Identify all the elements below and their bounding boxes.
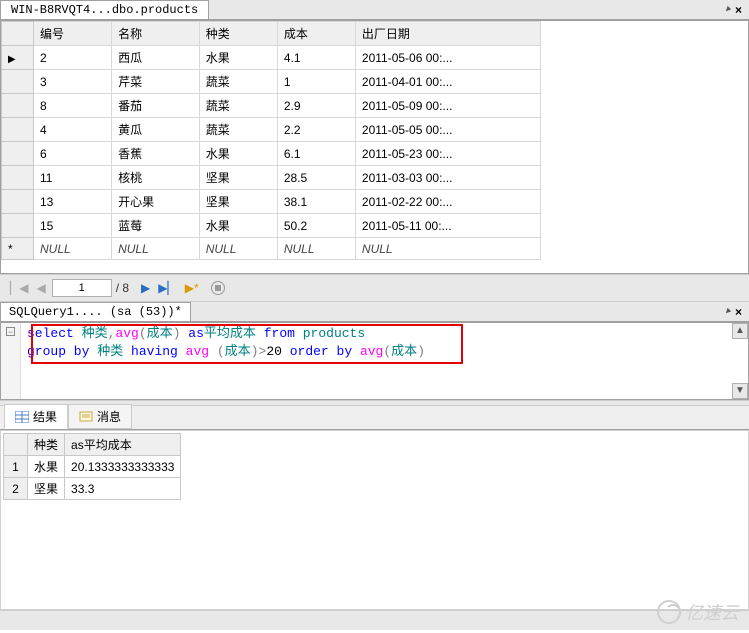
result-row[interactable]: 1水果20.1333333333333 [4, 456, 181, 478]
grid-icon [15, 411, 29, 423]
row-cursor-icon: ▶ [8, 54, 16, 65]
result-grid-panel: 种类 as平均成本 1水果20.1333333333333 2坚果33.3 [0, 430, 749, 610]
messages-tab-label: 消息 [97, 408, 121, 425]
sql-code[interactable]: select 种类,avg(成本) as平均成本 from products g… [27, 325, 425, 361]
code-gutter: − [1, 323, 21, 399]
result-row[interactable]: 2坚果33.3 [4, 478, 181, 500]
data-grid[interactable]: 编号 名称 种类 成本 出厂日期 ▶2西瓜水果4.12011-05-06 00:… [1, 21, 541, 260]
result-header-row: 种类 as平均成本 [4, 434, 181, 456]
sql-editor[interactable]: − select 种类,avg(成本) as平均成本 from products… [0, 322, 749, 400]
results-tab-label: 结果 [33, 408, 57, 425]
result-grid[interactable]: 种类 as平均成本 1水果20.1333333333333 2坚果33.3 [3, 433, 181, 500]
last-record-button[interactable]: ▶▏ [156, 281, 178, 295]
col-cost[interactable]: 成本 [277, 22, 355, 46]
new-record-button[interactable]: ▶* [183, 281, 201, 295]
status-bar [0, 610, 749, 630]
col-date[interactable]: 出厂日期 [355, 22, 540, 46]
result-col-avg[interactable]: as平均成本 [65, 434, 181, 456]
sql-editor-tab-bar: SQLQuery1.... (sa (53))* ▾ × [0, 302, 749, 322]
header-row: 编号 名称 种类 成本 出厂日期 [2, 22, 541, 46]
col-name[interactable]: 名称 [112, 22, 200, 46]
close-icon[interactable]: × [732, 305, 745, 319]
result-tab-bar: 结果 消息 [0, 406, 749, 430]
messages-tab[interactable]: 消息 [68, 404, 132, 429]
data-grid-tab-bar: WIN-B8RVQT4...dbo.products ▾ × [0, 0, 749, 20]
table-row[interactable]: 11核桃坚果28.52011-03-03 00:... [2, 166, 541, 190]
close-icon[interactable]: × [732, 3, 745, 17]
table-row[interactable]: 13开心果坚果38.12011-02-22 00:... [2, 190, 541, 214]
message-icon [79, 411, 93, 423]
results-tab[interactable]: 结果 [4, 404, 68, 429]
col-id[interactable]: 编号 [34, 22, 112, 46]
data-grid-tab[interactable]: WIN-B8RVQT4...dbo.products [0, 0, 209, 19]
new-row-icon: * [2, 238, 34, 260]
prev-record-button[interactable]: ◀ [34, 281, 47, 295]
scroll-down-icon[interactable]: ▼ [732, 383, 748, 399]
first-record-button[interactable]: ▏◀ [8, 281, 30, 295]
table-row[interactable]: 15蓝莓水果50.22011-05-11 00:... [2, 214, 541, 238]
scroll-up-icon[interactable]: ▲ [732, 323, 748, 339]
fold-icon[interactable]: − [6, 327, 15, 336]
result-col-kind[interactable]: 种类 [28, 434, 65, 456]
data-grid-panel: 编号 名称 种类 成本 出厂日期 ▶2西瓜水果4.12011-05-06 00:… [0, 20, 749, 274]
table-row[interactable]: 6香蕉水果6.12011-05-23 00:... [2, 142, 541, 166]
col-kind[interactable]: 种类 [199, 22, 277, 46]
corner-cell [2, 22, 34, 46]
sql-editor-tab[interactable]: SQLQuery1.... (sa (53))* [0, 302, 191, 321]
table-row[interactable]: ▶2西瓜水果4.12011-05-06 00:... [2, 46, 541, 70]
table-row[interactable]: 4黄瓜蔬菜2.22011-05-05 00:... [2, 118, 541, 142]
corner-cell [4, 434, 28, 456]
table-row[interactable]: 8番茄蔬菜2.92011-05-09 00:... [2, 94, 541, 118]
new-row[interactable]: *NULLNULLNULLNULLNULL [2, 238, 541, 260]
table-row[interactable]: 3芹菜蔬菜12011-04-01 00:... [2, 70, 541, 94]
record-position-input[interactable] [52, 279, 112, 297]
record-total: / 8 [116, 281, 129, 295]
stop-button[interactable] [211, 281, 225, 295]
next-record-button[interactable]: ▶ [139, 281, 152, 295]
record-navigator: ▏◀ ◀ / 8 ▶ ▶▏ ▶* [0, 274, 749, 302]
